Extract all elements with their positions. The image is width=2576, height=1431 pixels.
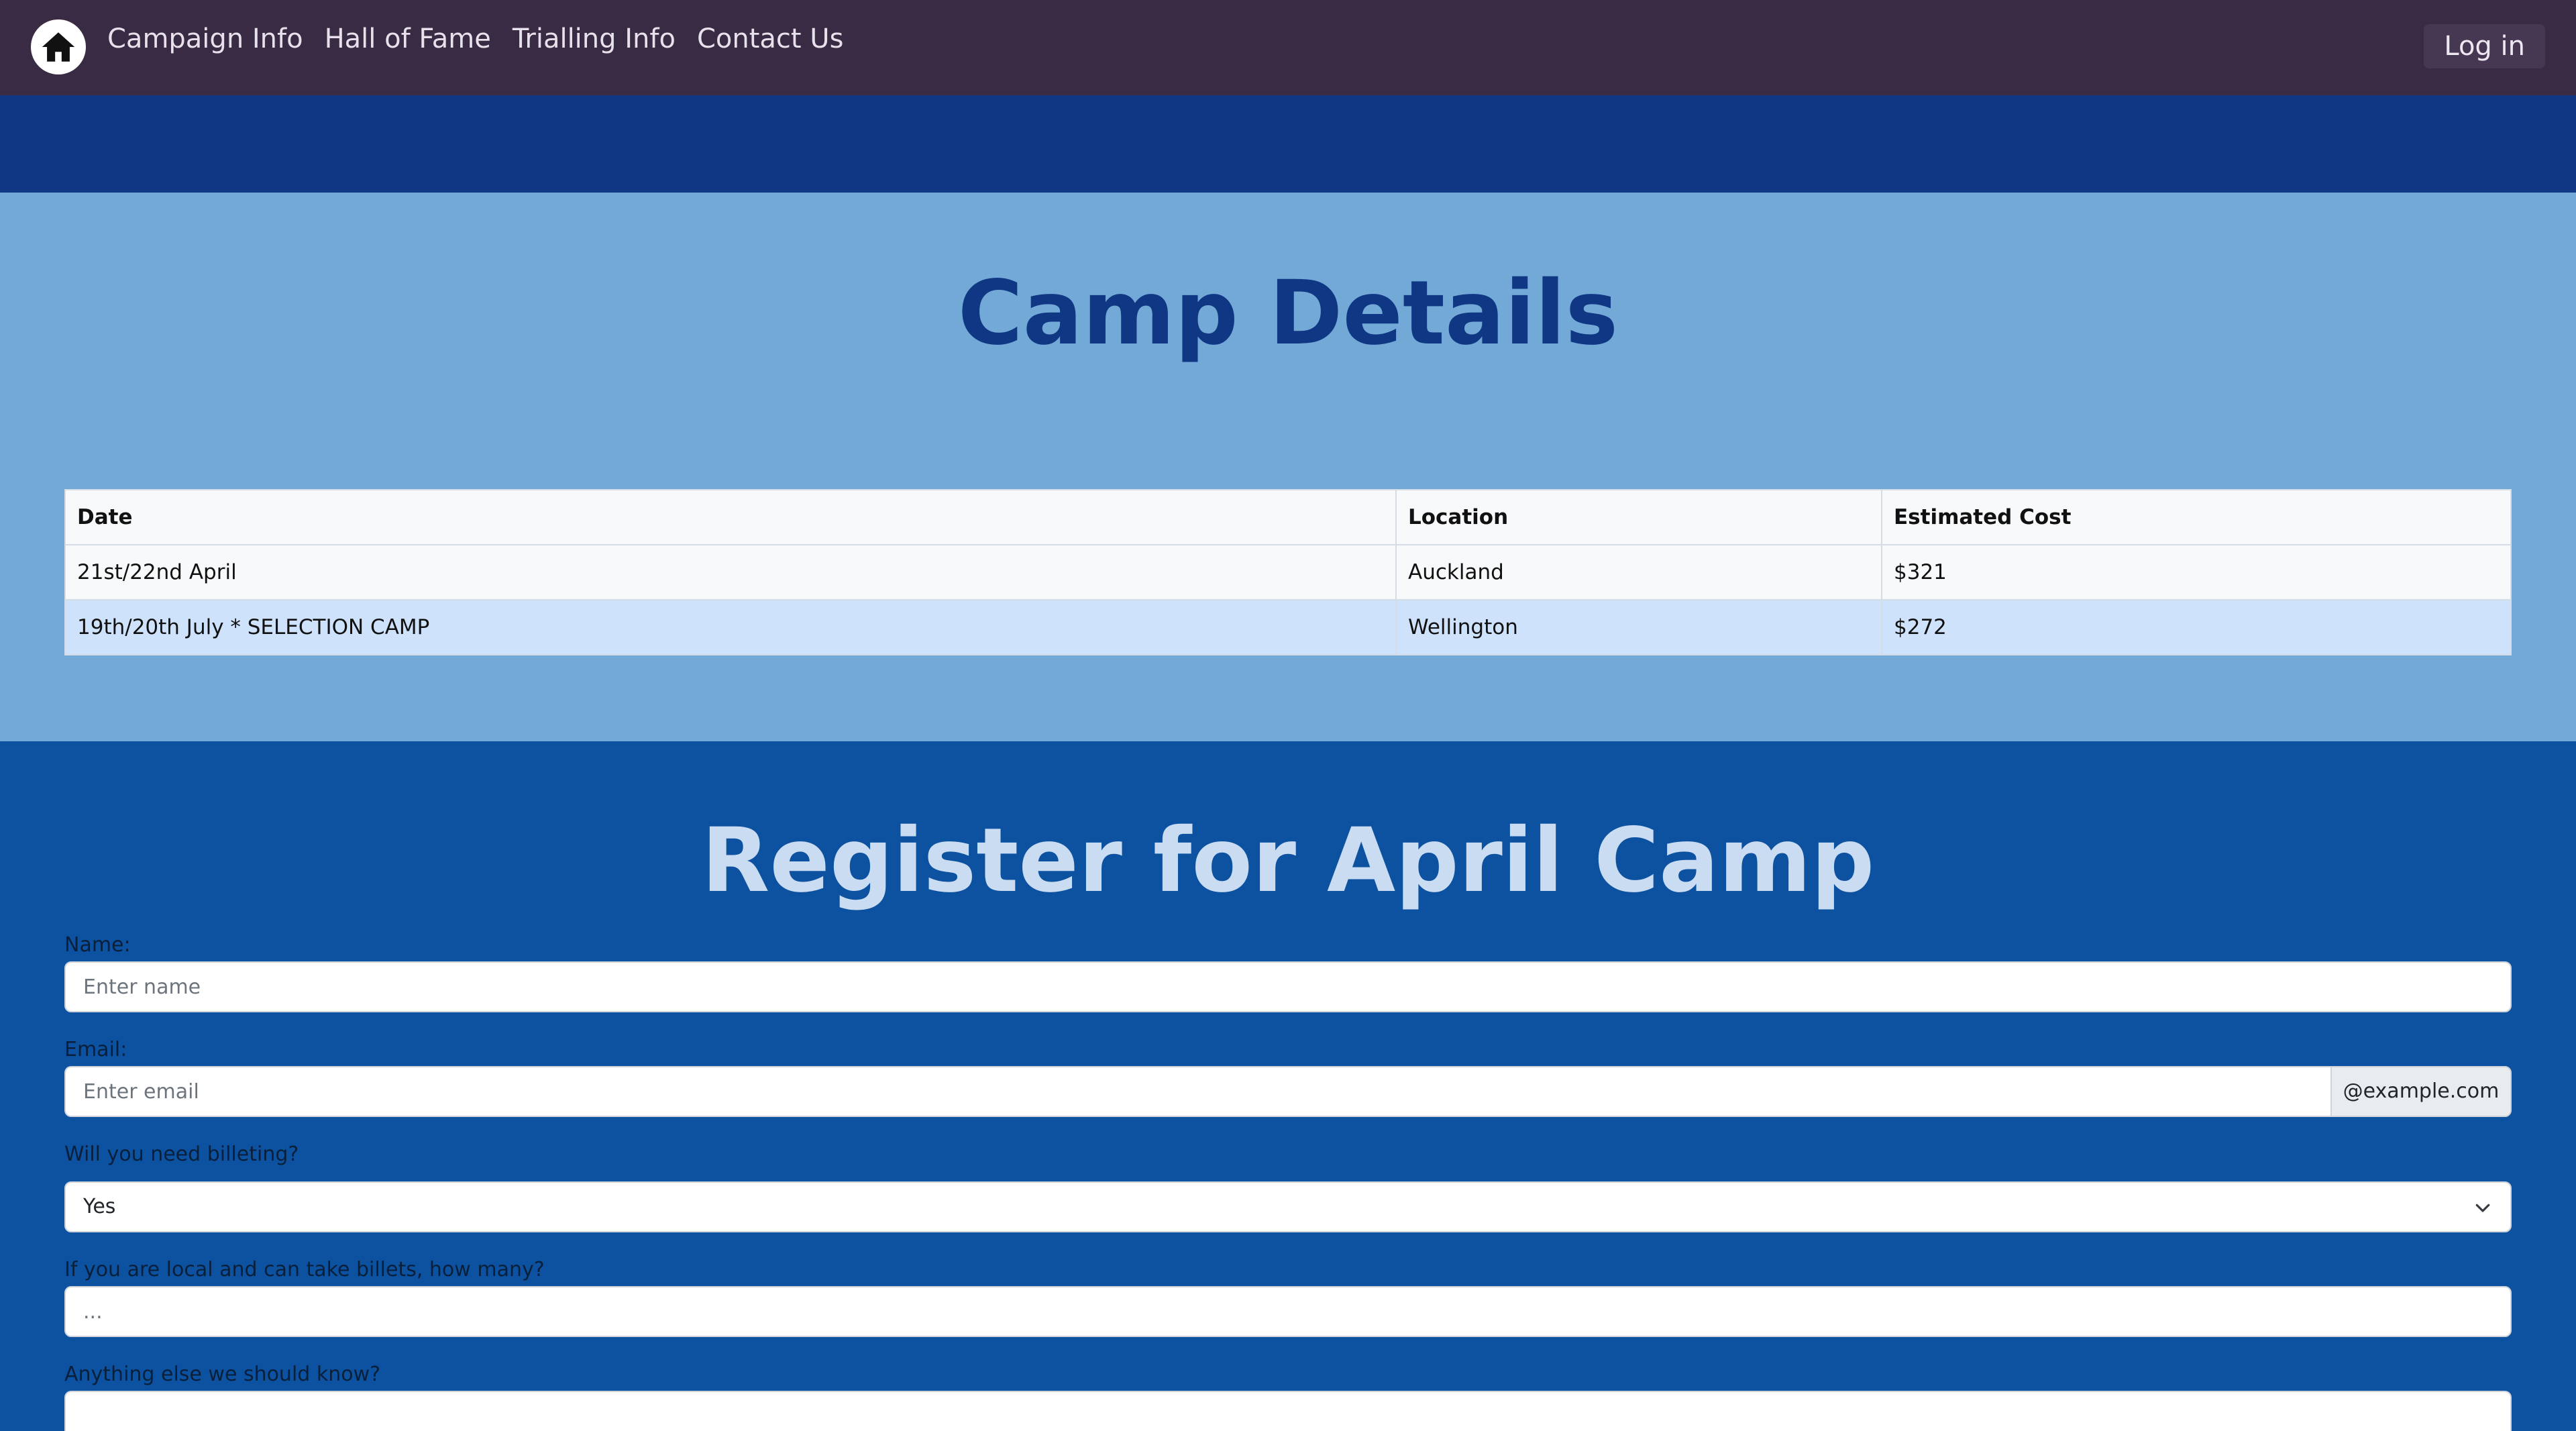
login-button[interactable]: Log in [2424,24,2545,68]
nav-link-campaign-info[interactable]: Campaign Info [107,19,303,59]
billets-input[interactable] [64,1286,2512,1337]
camp-table: Date Location Estimated Cost 21st/22nd A… [64,489,2512,655]
cell-date: 21st/22nd April [64,544,1397,600]
other-info-textarea[interactable] [64,1391,2512,1431]
name-input[interactable] [64,961,2512,1012]
header-band [0,95,2576,193]
house-icon [42,32,75,62]
home-button[interactable] [31,19,86,74]
navbar: Campaign Info Hall of Fame Trialling Inf… [0,0,2576,95]
table-row: 19th/20th July * SELECTION CAMP Wellingt… [64,599,2512,655]
name-label: Name: [64,933,131,957]
cell-cost: $321 [1881,544,2512,600]
nav-links: Campaign Info Hall of Fame Trialling Inf… [107,19,865,59]
cell-cost: $272 [1881,599,2512,655]
billeting-select-value: Yes [83,1195,116,1218]
email-input[interactable] [64,1066,2330,1117]
other-info-label: Anything else we should know? [64,1363,381,1386]
billets-label: If you are local and can take billets, h… [64,1258,545,1281]
camp-details-title: Camp Details [957,262,1619,365]
table-row: 21st/22nd April Auckland $321 [64,544,2512,600]
nav-link-hall-of-fame[interactable]: Hall of Fame [325,19,491,59]
billeting-label: Will you need billeting? [64,1143,299,1166]
cell-date: 19th/20th July * SELECTION CAMP [64,599,1397,655]
email-domain-addon: @example.com [2330,1066,2512,1117]
email-input-group: @example.com [64,1066,2512,1117]
column-header-estimated-cost: Estimated Cost [1881,489,2512,545]
column-header-location: Location [1395,489,1882,545]
register-title: Register for April Camp [701,809,1875,912]
billeting-select[interactable]: Yes [64,1181,2512,1232]
cell-location: Wellington [1395,599,1882,655]
cell-location: Auckland [1395,544,1882,600]
register-section: Register for April Camp Name: Email: @ex… [0,741,2576,1431]
column-header-date: Date [64,489,1397,545]
camp-details-section: Camp Details Date Location Estimated Cos… [0,193,2576,741]
nav-link-contact-us[interactable]: Contact Us [697,19,843,59]
chevron-down-icon [2475,1204,2490,1212]
table-header-row: Date Location Estimated Cost [64,489,2512,545]
email-label: Email: [64,1038,127,1061]
nav-link-trialling-info[interactable]: Trialling Info [513,19,676,59]
